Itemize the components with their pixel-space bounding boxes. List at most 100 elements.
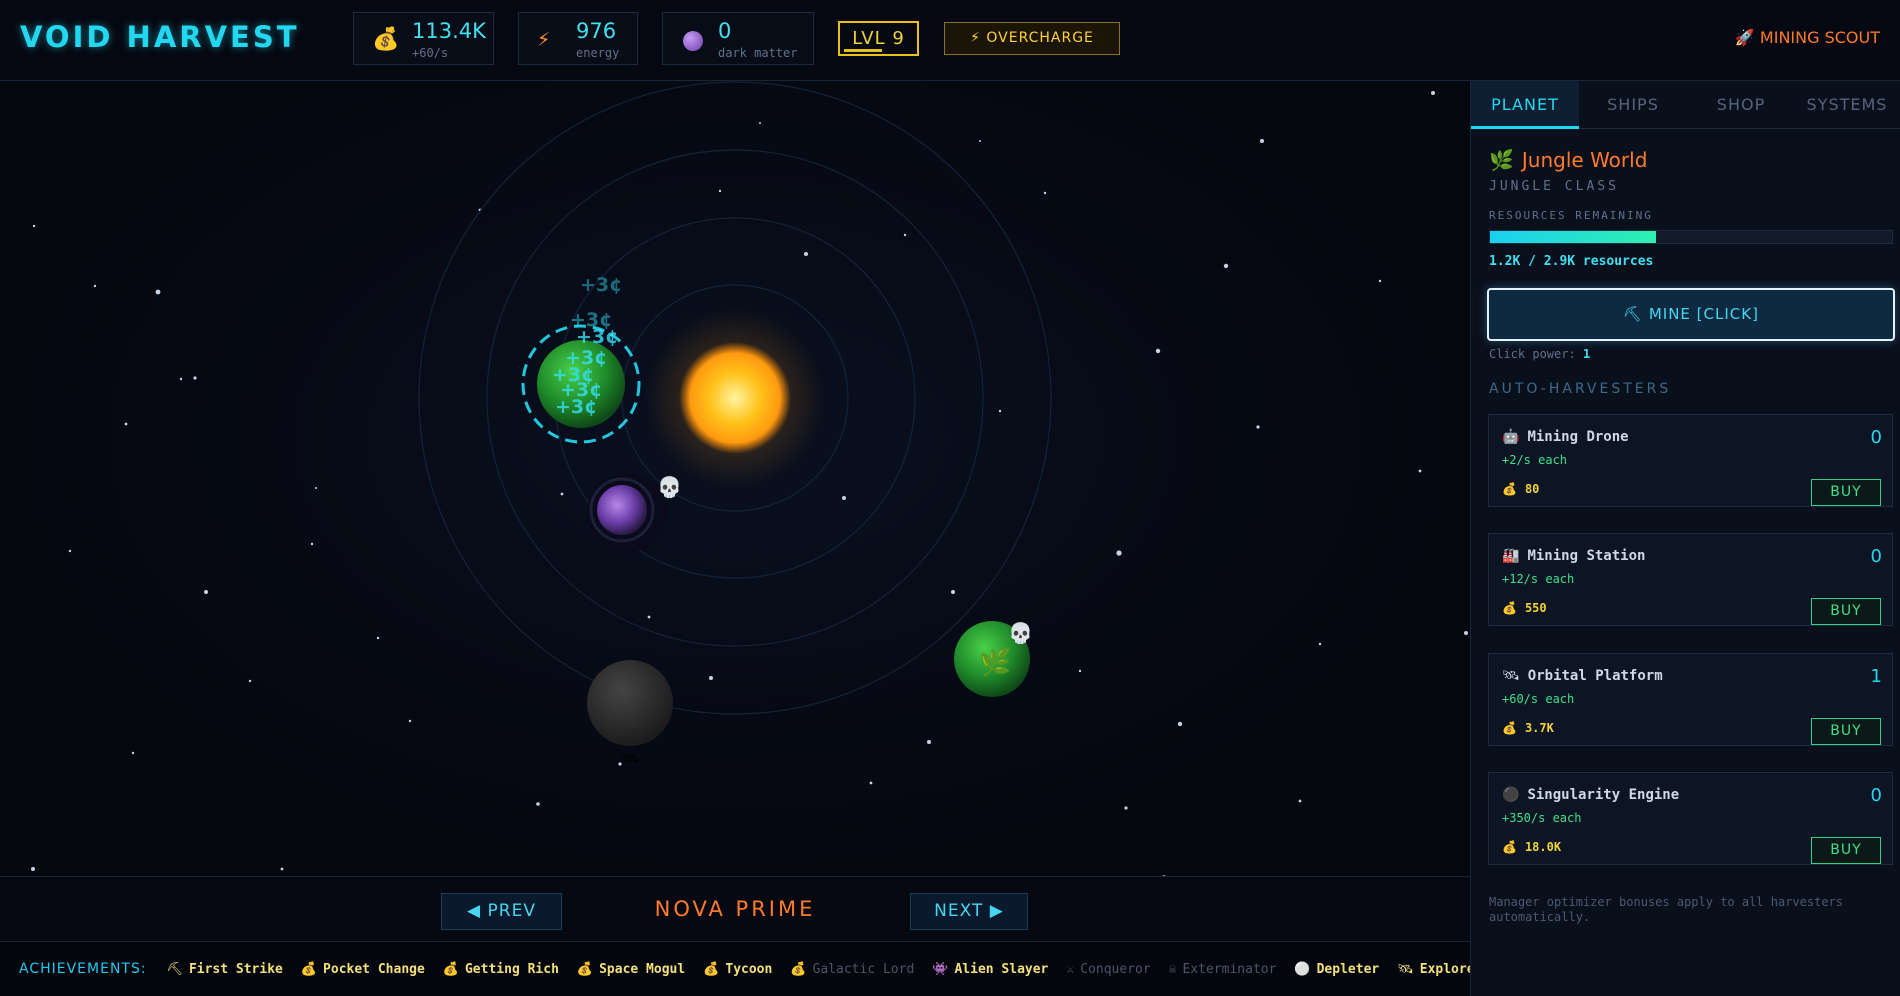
harvester-name-text: Orbital Platform (1527, 668, 1663, 684)
system-name: NOVA PRIME (654, 897, 816, 921)
buy-button[interactable]: BUY (1811, 837, 1881, 864)
skull-icon: 💀 (1008, 621, 1033, 645)
tab-systems[interactable]: SYSTEMS (1793, 81, 1900, 129)
achievement-item: 💰 Pocket Change (301, 943, 425, 996)
planet-class: JUNGLE CLASS (1489, 179, 1619, 194)
harvester-icon: 🤖 (1502, 429, 1520, 445)
harvester-cost: 💰 18.0K (1502, 840, 1561, 854)
overcharge-button[interactable]: ⚡ OVERCHARGE (944, 22, 1120, 55)
harvester-name-text: Mining Station (1527, 548, 1646, 564)
harvester-rate: +350/s each (1502, 811, 1582, 825)
harvester-cost-value: 550 (1524, 601, 1547, 615)
achievement-icon: 💰 (790, 962, 807, 977)
harvester-icon: 🏭 (1502, 548, 1520, 564)
next-system-button[interactable]: NEXT ▶ (910, 893, 1028, 930)
achievement-name: Getting Rich (464, 962, 559, 977)
achievement-name: Depleter (1316, 962, 1380, 977)
game-logo: VOID HARVEST (20, 20, 300, 54)
achievement-icon: 💰 (300, 962, 318, 977)
money-bag-icon: 💰 (372, 27, 400, 52)
achievement-name: Pocket Change (323, 962, 425, 977)
harvester-count: 0 (1870, 427, 1882, 448)
level-progress-bar (844, 49, 882, 52)
energy-stat: ⚡ 976 energy (518, 12, 638, 65)
money-bag-icon: 💰 (1502, 601, 1517, 615)
leaf-icon: 🌿 (1489, 148, 1514, 172)
resources-text: 1.2K / 2.9K resources (1489, 254, 1654, 269)
harvester-icon: 🛰 (1502, 668, 1520, 684)
harvester-name-text: Mining Drone (1527, 429, 1629, 445)
harvester-card: 🏭 Mining Station +12/s each 💰 550 0 BUY (1488, 533, 1893, 626)
harvester-cost-value: 80 (1524, 482, 1540, 496)
achievement-item: ⚔ Conqueror (1066, 943, 1150, 996)
harvester-card: 🤖 Mining Drone +2/s each 💰 80 0 BUY (1488, 414, 1893, 507)
harvester-count: 0 (1870, 785, 1882, 806)
achievements-label: ACHIEVEMENTS: (19, 961, 147, 977)
side-panel: PLANET SHIPS SHOP SYSTEMS 🌿 Jungle World … (1470, 81, 1900, 996)
harvester-cost-value: 18.0K (1524, 840, 1562, 854)
click-power: Click power: 1 (1489, 347, 1590, 361)
achievement-name: Exterminator (1182, 962, 1277, 977)
dark-matter-label: dark matter (718, 46, 798, 60)
harvester-name: 🤖 Mining Drone (1502, 429, 1629, 445)
prev-system-button[interactable]: ◀ PREV (441, 893, 562, 930)
auto-harvesters-heading: AUTO-HARVESTERS (1489, 381, 1672, 397)
dark-matter-stat: 0 dark matter (662, 12, 814, 65)
tab-shop[interactable]: SHOP (1687, 81, 1795, 129)
click-power-label: Click power: (1489, 347, 1576, 361)
tab-ships[interactable]: SHIPS (1579, 81, 1687, 129)
harvester-cost: 💰 80 (1502, 482, 1539, 496)
achievement-item: ⛏ First Strike (166, 943, 282, 996)
achievement-icon: 💰 (576, 962, 594, 977)
planet-name: Jungle World (1521, 148, 1648, 172)
achievements-bar: ACHIEVEMENTS: ⛏ First Strike 💰 Pocket Chang… (0, 942, 1470, 996)
achievement-icon: ☠ (1168, 962, 1177, 977)
credits-value: 113.4K (412, 19, 486, 43)
achievement-name: Conqueror (1080, 962, 1151, 977)
harvester-icon: ⚫ (1502, 787, 1520, 803)
harvester-card: ⚫ Singularity Engine +350/s each 💰 18.0K 0 BUY (1488, 772, 1893, 865)
planet-purple[interactable] (587, 473, 667, 553)
achievement-icon: 👾 (932, 962, 949, 977)
resources-label: RESOURCES REMAINING (1489, 209, 1653, 222)
resources-progress-bar (1489, 230, 1893, 244)
money-bag-icon: 💰 (1502, 482, 1517, 496)
buy-button[interactable]: BUY (1811, 718, 1881, 745)
harvester-rate: +60/s each (1502, 692, 1575, 706)
harvester-count: 0 (1870, 546, 1882, 567)
lightning-icon: ⚡ (537, 27, 551, 52)
skull-icon: 💀 (657, 475, 682, 499)
buy-button[interactable]: BUY (1811, 598, 1881, 625)
achievement-item: 💰 Space Mogul (577, 943, 685, 996)
solar-system-view[interactable]: 💀 🌿 💀 🛰 +3¢ +3¢ +3¢ +3¢ +3¢ +3¢ +3¢ (0, 81, 1470, 876)
harvester-name: 🏭 Mining Station (1502, 548, 1645, 564)
achievement-name: Alien Slayer (954, 962, 1049, 977)
achievement-item: ☠ Exterminator (1169, 943, 1277, 996)
current-ship-label[interactable]: 🚀 MINING SCOUT (1735, 28, 1880, 47)
harvester-rate: +12/s each (1502, 572, 1575, 586)
system-navigation: ◀ PREV NOVA PRIME NEXT ▶ (0, 876, 1470, 942)
tab-planet[interactable]: PLANET (1471, 81, 1579, 129)
planet-grey[interactable] (587, 660, 673, 746)
achievement-name: Tycoon (725, 962, 773, 977)
achievement-name: First Strike (188, 962, 283, 977)
money-bag-icon: 💰 (1502, 840, 1517, 854)
credits-stat: 💰 113.4K +60/s (353, 12, 494, 65)
mine-button[interactable]: ⛏ MINE [CLICK] (1487, 288, 1895, 341)
buy-button[interactable]: BUY (1811, 479, 1881, 506)
achievement-icon: ⚔ (1066, 962, 1075, 977)
solar-system-canvas: 💀 🌿 💀 🛰 +3¢ +3¢ +3¢ +3¢ +3¢ +3¢ +3¢ (31, 81, 1468, 876)
achievement-icon: ⚪ (1294, 962, 1311, 977)
manager-note: Manager optimizer bonuses apply to all h… (1489, 895, 1844, 924)
dark-matter-orb-icon (683, 31, 703, 51)
achievement-icon: ⛏ (166, 962, 183, 977)
achievement-name: Galactic Lord (812, 962, 915, 977)
achievement-item: ⚪ Depleter (1294, 943, 1379, 996)
achievement-item: 💰 Getting Rich (443, 943, 559, 996)
resources-progress-fill (1490, 231, 1657, 243)
floating-income: +3¢ (555, 396, 597, 418)
floating-income: +3¢ (580, 274, 622, 296)
energy-label: energy (576, 46, 620, 60)
achievement-item: 💰 Tycoon (703, 943, 772, 996)
satellite-icon: 🛰 (621, 751, 639, 767)
